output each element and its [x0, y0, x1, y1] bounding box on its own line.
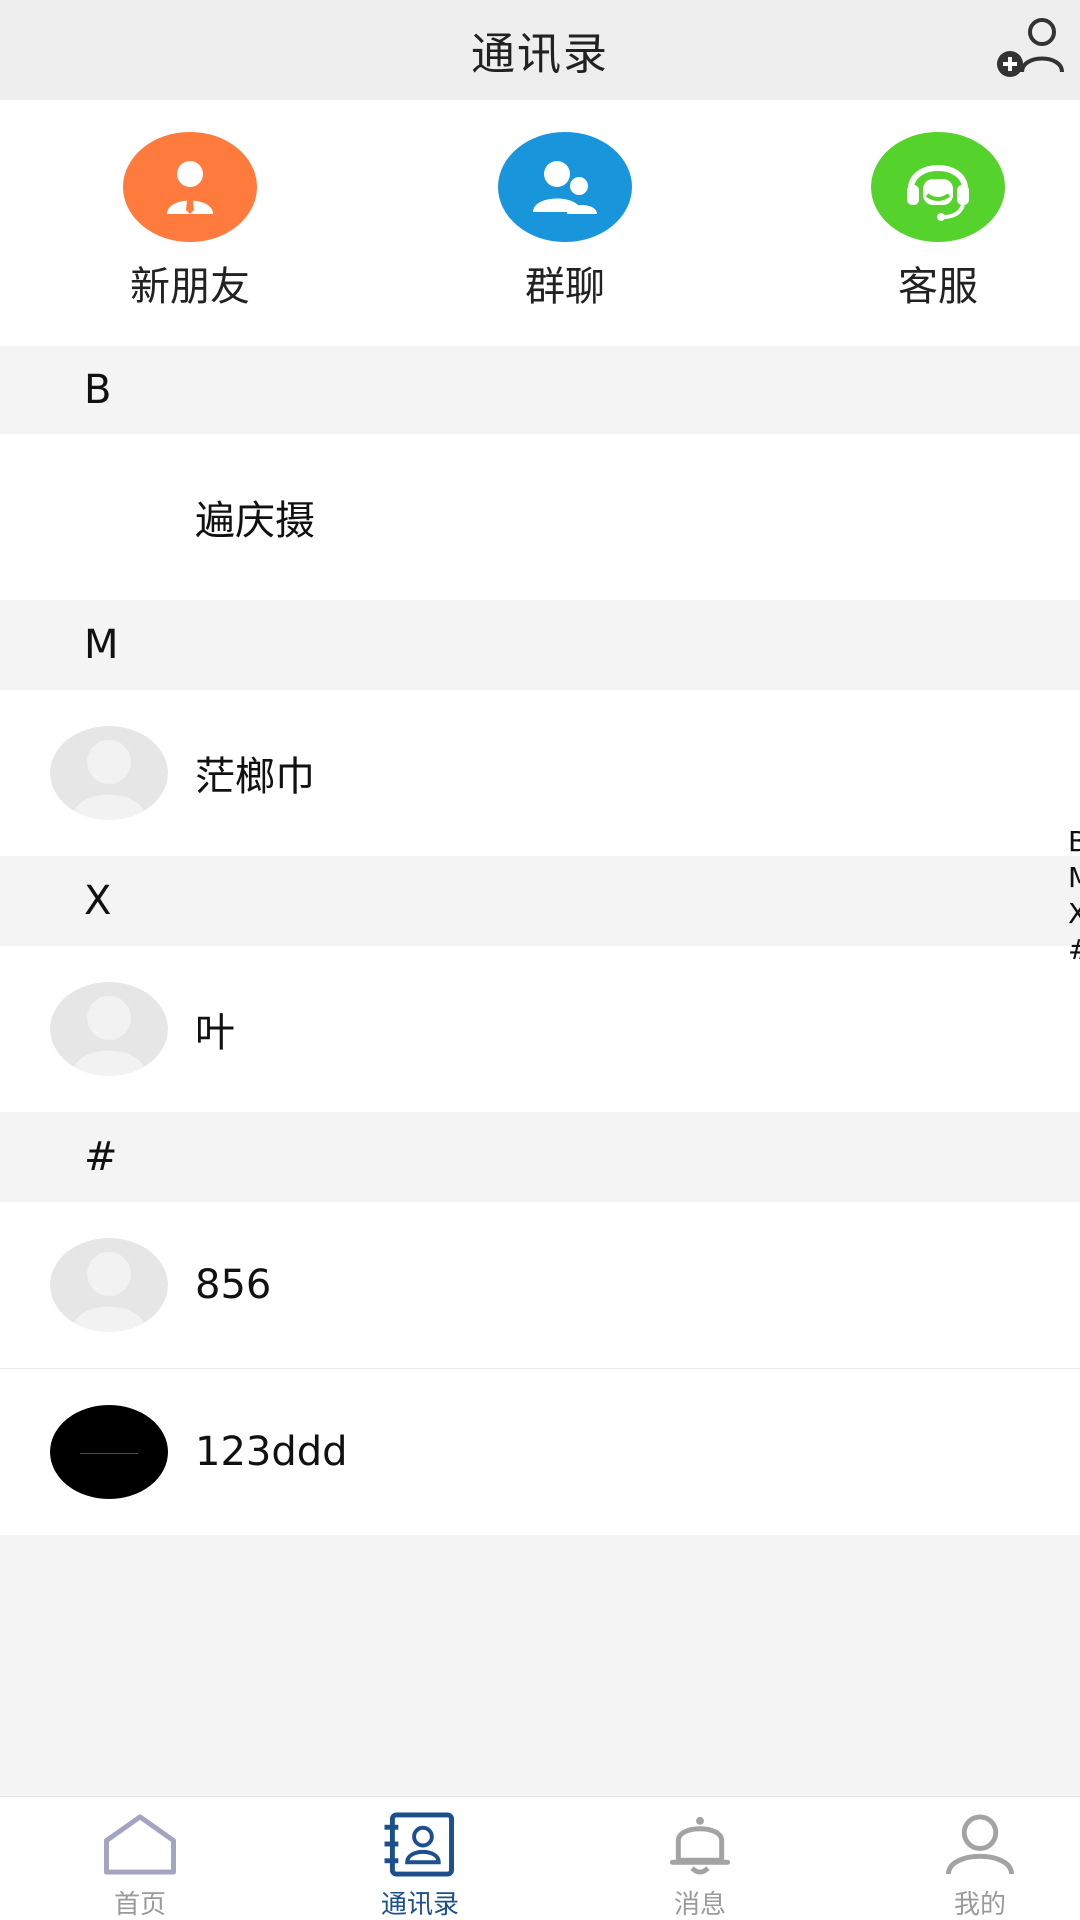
section-header-m: M	[0, 600, 1080, 690]
section-header-x: X	[0, 856, 1080, 946]
quick-actions: 新朋友 群聊 客服	[0, 100, 1080, 346]
section-header-b: B	[0, 346, 1080, 434]
avatar	[50, 982, 168, 1076]
avatar	[50, 726, 168, 820]
tab-messages-label: 消息	[673, 1890, 726, 1920]
index-letter[interactable]: B	[1068, 824, 1080, 860]
add-friend-icon[interactable]	[994, 14, 1072, 80]
tab-me-label: 我的	[953, 1890, 1006, 1920]
section-letter: B	[84, 367, 112, 413]
tab-me[interactable]: 我的	[880, 1797, 1080, 1920]
section-letter: M	[84, 622, 119, 668]
contact-name: 茫榔巾	[195, 754, 315, 800]
index-letter[interactable]: X	[1068, 896, 1080, 932]
contact-row[interactable]: 123ddd	[0, 1369, 1080, 1535]
contact-name: 叶	[195, 1010, 235, 1056]
bottom-tab-bar: 首页 通讯录 消息 我的	[0, 1796, 1080, 1920]
contacts-book-icon	[384, 1812, 454, 1877]
new-friends-label: 新朋友	[130, 264, 250, 310]
contact-row[interactable]: 856	[0, 1202, 1080, 1368]
section-header-hash: #	[0, 1112, 1080, 1202]
contact-row[interactable]: 叶	[0, 946, 1080, 1112]
group-chat-button[interactable]: 群聊	[455, 132, 675, 332]
tab-messages[interactable]: 消息	[600, 1797, 800, 1920]
index-letter[interactable]: #	[1068, 932, 1080, 968]
avatar	[50, 1405, 168, 1499]
customer-service-label: 客服	[898, 264, 978, 310]
page-title: 通讯录	[471, 29, 609, 80]
headset-icon	[871, 132, 1005, 242]
contact-name: 856	[195, 1262, 272, 1308]
people-icon	[498, 132, 632, 242]
index-letter[interactable]: M	[1068, 860, 1080, 896]
new-friends-button[interactable]: 新朋友	[80, 132, 300, 332]
person-icon	[946, 1814, 1014, 1875]
section-letter: X	[84, 878, 112, 924]
tab-home[interactable]: 首页	[40, 1797, 240, 1920]
contact-name: 遍庆摄	[195, 498, 315, 544]
group-chat-label: 群聊	[525, 264, 605, 310]
tab-contacts[interactable]: 通讯录	[320, 1797, 520, 1920]
contact-name: 123ddd	[195, 1429, 348, 1475]
customer-service-button[interactable]: 客服	[828, 132, 1048, 332]
avatar	[50, 1238, 168, 1332]
tab-home-label: 首页	[113, 1890, 166, 1920]
bell-icon	[669, 1816, 731, 1875]
section-letter: #	[84, 1134, 118, 1180]
alphabet-index-bar[interactable]: B M X #	[1068, 824, 1080, 968]
contact-row[interactable]: 遍庆摄	[0, 434, 1080, 600]
top-bar: 通讯录	[0, 0, 1080, 100]
contact-row[interactable]: 茫榔巾	[0, 690, 1080, 856]
tab-contacts-label: 通讯录	[380, 1890, 459, 1920]
person-suit-icon	[123, 132, 257, 242]
home-icon	[104, 1814, 176, 1875]
